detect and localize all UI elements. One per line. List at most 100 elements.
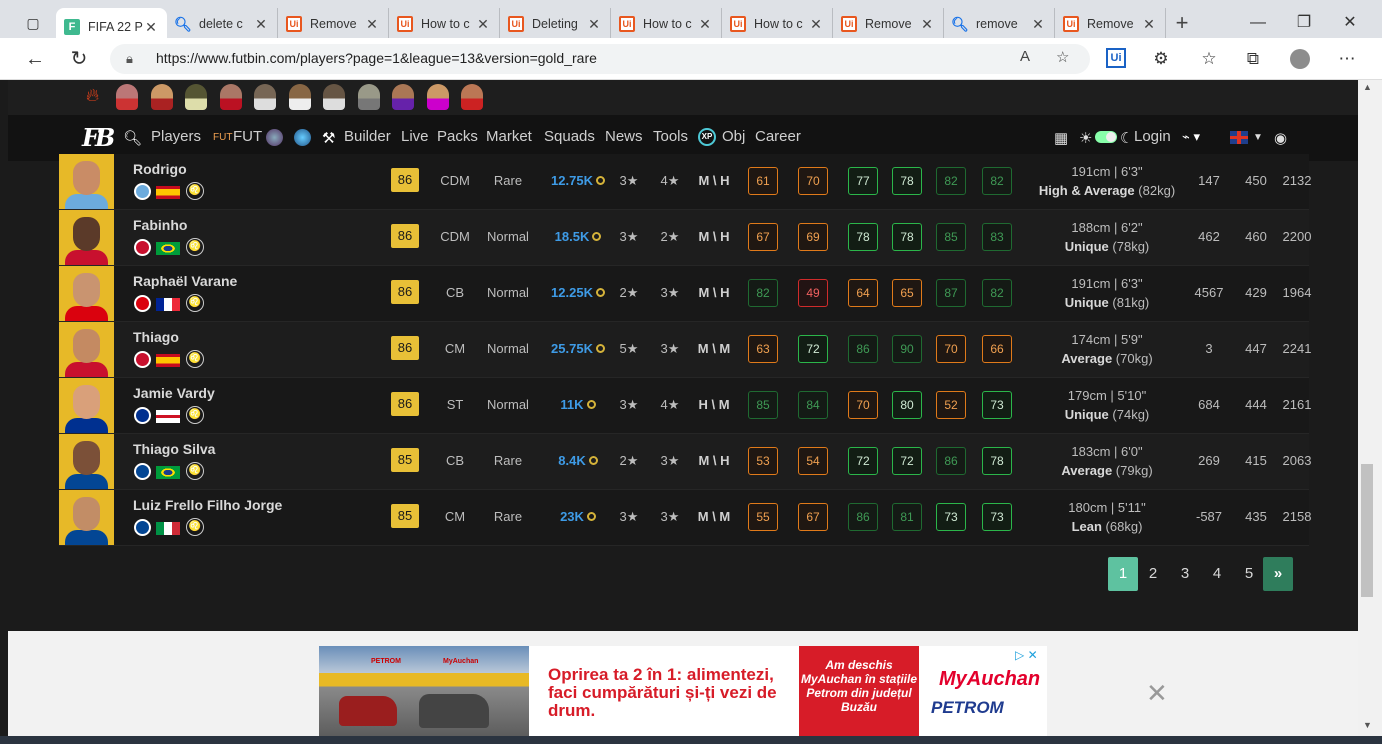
close-tab-icon[interactable]: ✕ xyxy=(808,16,824,33)
page-link-4[interactable]: 4 xyxy=(1202,557,1232,591)
theme-toggle[interactable] xyxy=(1095,131,1117,143)
nav-news[interactable]: News xyxy=(605,128,643,145)
profile-avatar[interactable] xyxy=(1290,49,1310,69)
player-face[interactable] xyxy=(59,210,114,265)
table-row[interactable]: Raphaël Varane ♌ 86 CB Normal 2★ 3★ M \ H 12.25K… xyxy=(59,266,1311,322)
close-tab-icon[interactable]: ✕ xyxy=(919,16,935,33)
scroll-down-icon[interactable]: ▼ xyxy=(1363,720,1372,730)
browser-tab[interactable]: Ui Deleting ✕ xyxy=(500,8,611,40)
close-tab-icon[interactable]: ✕ xyxy=(1030,16,1046,33)
browser-tab[interactable]: Ui Remove ✕ xyxy=(1055,8,1166,40)
page-link-2[interactable]: 2 xyxy=(1138,557,1168,591)
eye-icon[interactable]: ◉ xyxy=(1274,129,1287,147)
close-ad-icon[interactable]: ✕ xyxy=(1146,678,1168,709)
browser-tab[interactable]: Ui Remove ✕ xyxy=(833,8,944,40)
nav-fut[interactable]: FUT xyxy=(233,128,262,145)
language-flag-icon[interactable] xyxy=(1230,131,1248,144)
read-aloud-icon[interactable]: A xyxy=(1020,48,1030,65)
player-thumbnail[interactable] xyxy=(323,84,345,110)
player-face[interactable] xyxy=(59,490,114,545)
player-thumbnail[interactable] xyxy=(288,84,311,110)
close-tab-icon[interactable]: ✕ xyxy=(586,16,602,33)
futbin-logo[interactable]: FB xyxy=(82,123,115,152)
url-text[interactable]: https://www.futbin.com/players?page=1&le… xyxy=(156,50,597,66)
player-name[interactable]: Luiz Frello Filho Jorge xyxy=(133,497,282,513)
back-button[interactable]: ← xyxy=(20,44,50,74)
page-link-5[interactable]: 5 xyxy=(1234,557,1264,591)
browser-tab[interactable]: Ui How to c ✕ xyxy=(722,8,833,40)
scroll-up-icon[interactable]: ▲ xyxy=(1363,82,1372,92)
table-row[interactable]: Thiago Silva ♌ 85 CB Rare 2★ 3★ M \ H 8.4K 53 54 72… xyxy=(59,434,1311,490)
nav-squads[interactable]: Squads xyxy=(544,128,595,145)
collections-icon[interactable]: ⧉ xyxy=(1240,48,1266,70)
player-thumbnail[interactable] xyxy=(357,84,380,110)
player-thumbnail[interactable] xyxy=(116,84,138,110)
browser-tab[interactable]: 🔍︎ delete c ✕ xyxy=(167,8,278,40)
playstation-icon[interactable]: ⌁ ▾ xyxy=(1182,129,1200,145)
tab-actions-icon[interactable]: ▢ xyxy=(18,8,48,38)
player-face[interactable] xyxy=(59,266,114,321)
chevron-down-icon[interactable]: ▼ xyxy=(1253,132,1263,143)
close-tab-icon[interactable]: ✕ xyxy=(1141,16,1157,33)
table-row[interactable]: Luiz Frello Filho Jorge ♌ 85 CM Rare 3★ 3★ M \ … xyxy=(59,490,1311,546)
new-tab-button[interactable]: + xyxy=(1168,10,1196,38)
extensions-icon[interactable]: ⚙ xyxy=(1148,48,1174,70)
player-thumbnail[interactable] xyxy=(185,84,207,110)
close-tab-icon[interactable]: ✕ xyxy=(697,16,713,33)
nav-packs[interactable]: Packs xyxy=(437,128,478,145)
player-name[interactable]: Rodrigo xyxy=(133,161,187,177)
browser-tab[interactable]: Ui How to c ✕ xyxy=(389,8,500,40)
table-row[interactable]: Rodrigo ♌ 86 CDM Rare 3★ 4★ M \ H 12.75K 61 70 77 78… xyxy=(59,154,1311,210)
close-tab-icon[interactable]: ✕ xyxy=(364,16,380,33)
address-bar[interactable]: 🔒︎ https://www.futbin.com/players?page=1… xyxy=(110,44,1090,74)
page-link-3[interactable]: 3 xyxy=(1170,557,1200,591)
close-tab-icon[interactable]: ✕ xyxy=(143,19,159,36)
player-name[interactable]: Thiago xyxy=(133,329,179,345)
page-scrollbar[interactable]: ▲ ▼ xyxy=(1358,80,1382,736)
close-window-button[interactable]: ✕ xyxy=(1330,10,1370,36)
browser-tab[interactable]: Ui Remove ✕ xyxy=(278,8,389,40)
lock-icon[interactable]: 🔒︎ xyxy=(126,51,133,67)
nav-players[interactable]: Players xyxy=(151,128,201,145)
ad-banner[interactable]: PETROM MyAuchan Oprirea ta 2 în 1: alime… xyxy=(319,646,1047,736)
nav-tools[interactable]: Tools xyxy=(653,128,688,145)
table-row[interactable]: Fabinho ♌ 86 CDM Normal 3★ 2★ M \ H 18.5K 67 69 78 7… xyxy=(59,210,1311,266)
scroll-thumb[interactable] xyxy=(1361,464,1373,597)
refresh-button[interactable]: ↻ xyxy=(64,44,94,74)
minimize-button[interactable]: — xyxy=(1238,10,1278,36)
search-icon[interactable]: 🔍︎ xyxy=(123,129,142,147)
more-menu-icon[interactable]: ⋯ xyxy=(1334,48,1360,70)
nav-market[interactable]: Market xyxy=(486,128,532,145)
player-thumbnail[interactable] xyxy=(219,84,242,110)
favorites-icon[interactable]: ☆ xyxy=(1196,48,1222,70)
page-link-1[interactable]: 1 xyxy=(1108,557,1138,591)
player-thumbnail[interactable] xyxy=(392,84,414,110)
browser-tab[interactable]: 🔍︎ remove ✕ xyxy=(944,8,1055,40)
close-tab-icon[interactable]: ✕ xyxy=(253,16,269,33)
player-name[interactable]: Thiago Silva xyxy=(133,441,215,457)
nav-career[interactable]: Career xyxy=(755,128,801,145)
maximize-button[interactable]: ❐ xyxy=(1284,10,1324,36)
next-page-button[interactable]: » xyxy=(1263,557,1293,591)
player-thumbnail[interactable] xyxy=(426,84,449,110)
sbc-icon[interactable] xyxy=(266,129,283,146)
player-name[interactable]: Jamie Vardy xyxy=(133,385,215,401)
login-link[interactable]: Login xyxy=(1134,128,1171,145)
world-icon[interactable] xyxy=(294,129,311,146)
adchoices-icon[interactable]: ▷ ✕ xyxy=(1015,648,1038,662)
table-row[interactable]: Thiago ♌ 86 CM Normal 5★ 3★ M \ M 25.75K 63 72 86 90… xyxy=(59,322,1311,378)
calculator-icon[interactable]: ▦ xyxy=(1054,129,1068,147)
player-face[interactable] xyxy=(59,154,114,209)
player-thumbnail[interactable] xyxy=(254,84,276,110)
nav-obj[interactable]: Obj xyxy=(722,128,745,145)
nav-builder[interactable]: Builder xyxy=(344,128,391,145)
table-row[interactable]: Jamie Vardy ♌ 86 ST Normal 3★ 4★ H \ M 11K 85 84 70… xyxy=(59,378,1311,434)
player-thumbnail[interactable] xyxy=(461,84,483,110)
player-face[interactable] xyxy=(59,322,114,377)
player-face[interactable] xyxy=(59,434,114,489)
player-face[interactable] xyxy=(59,378,114,433)
browser-tab[interactable]: Ui How to c ✕ xyxy=(611,8,722,40)
uipath-extension-icon[interactable]: Ui xyxy=(1106,48,1126,68)
close-tab-icon[interactable]: ✕ xyxy=(475,16,491,33)
player-thumbnail[interactable] xyxy=(150,84,173,110)
